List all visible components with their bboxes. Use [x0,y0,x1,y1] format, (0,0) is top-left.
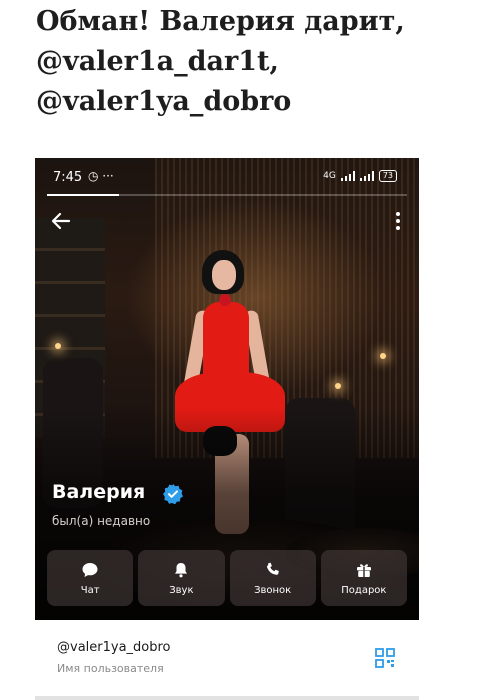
background-lamp [335,383,341,389]
status-notification-icons: ◷ ··· [88,169,114,183]
background-lamp [380,353,386,359]
gift-button[interactable]: Подарок [320,550,407,606]
article-title: Обман! Валерия дарит, @valer1a_dar1t, @v… [36,6,405,117]
status-right-group: 4G 73 [323,170,397,182]
gift-icon [356,563,371,577]
network-label: 4G [323,171,336,181]
bell-icon [175,562,188,577]
last-seen-status: был(а) недавно [52,514,151,528]
profile-name: Валерия [52,481,146,503]
verified-badge-icon [163,484,183,504]
battery-icon: 73 [378,170,397,182]
qr-code-icon[interactable] [375,648,395,668]
back-arrow-icon[interactable] [50,210,72,232]
signal-icon [340,171,355,181]
telegram-profile-screenshot: 7:45 ◷ ··· 4G 73 Валерия был(а) недавно … [35,158,419,620]
profile-actions: Чат Звук Звонок Подарок [47,550,407,606]
phone-icon [266,562,279,575]
status-time: 7:45 [53,170,83,185]
background-lamp [55,343,61,349]
username-caption: Имя пользователя [57,662,164,675]
story-progress-bar [47,194,407,196]
person-face [212,260,236,290]
username-value[interactable]: @valer1ya_dobro [57,640,171,655]
sound-button[interactable]: Звук [138,550,225,606]
person-rose-choker [219,294,231,306]
username-card[interactable]: @valer1ya_dobro Имя пользователя [35,620,419,696]
chat-icon [82,562,98,577]
call-label: Звонок [254,584,292,596]
status-bar: 7:45 ◷ ··· 4G 73 [35,158,419,194]
story-progress-fill [47,194,119,196]
chat-label: Чат [80,584,100,596]
person-dress-top [203,302,249,382]
more-vertical-icon[interactable] [394,210,402,232]
call-button[interactable]: Звонок [229,550,316,606]
bottom-divider [35,696,419,700]
signal-icon [359,171,374,181]
gift-label: Подарок [341,584,387,596]
sound-label: Звук [169,584,194,596]
chat-button[interactable]: Чат [47,550,134,606]
